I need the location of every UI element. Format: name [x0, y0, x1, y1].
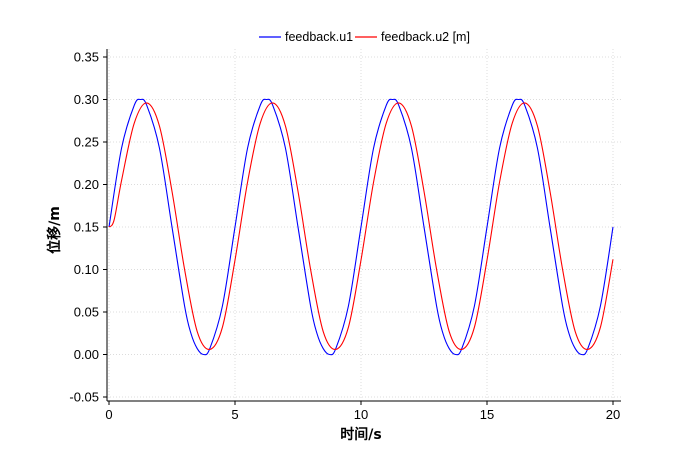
y-tick-label: 0.05: [74, 305, 99, 320]
legend: feedback.u1 feedback.u2 [m]: [259, 30, 470, 44]
x-tick-label: 5: [231, 407, 238, 422]
legend-label-u1: feedback.u1: [285, 30, 353, 44]
y-tick-label: 0.20: [74, 177, 99, 192]
x-tick-label: 20: [606, 407, 620, 422]
y-tick-label: 0.35: [74, 50, 99, 65]
y-tick-label: 0.25: [74, 135, 99, 150]
y-tick-label: 0.00: [74, 347, 99, 362]
x-tick-label: 15: [480, 407, 494, 422]
chart: feedback.u1 feedback.u2 [m] -0.05 0.00 0.0…: [46, 30, 621, 443]
x-tick-label: 10: [354, 407, 368, 422]
x-axis-title: 时间/s: [340, 426, 381, 443]
grid: [107, 49, 621, 401]
tick-labels: -0.05 0.00 0.05 0.10 0.15 0.20 0.25 0.30 0.35 0 5 1…: [69, 50, 620, 423]
y-axis-title: 位移/m: [46, 206, 63, 254]
y-tick-label: 0.30: [74, 92, 99, 107]
y-tick-label: -0.05: [69, 390, 99, 405]
x-tick-label: 0: [105, 407, 112, 422]
y-tick-label: 0.15: [74, 220, 99, 235]
legend-label-u2: feedback.u2 [m]: [381, 30, 470, 44]
y-tick-label: 0.10: [74, 262, 99, 277]
